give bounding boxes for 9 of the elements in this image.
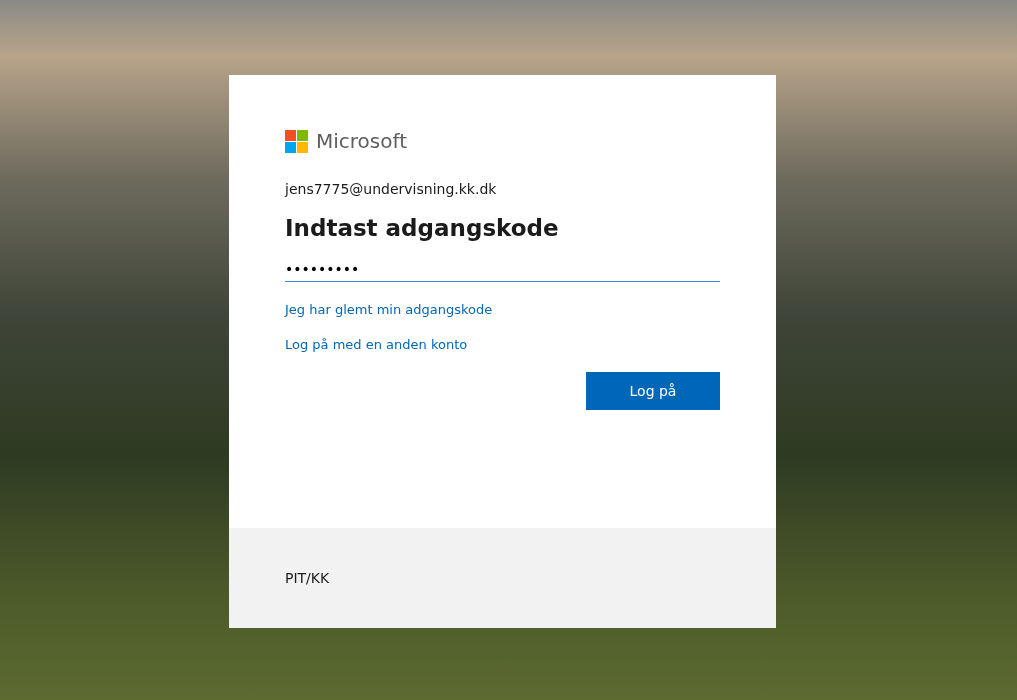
sign-in-button[interactable]: Log på (586, 372, 720, 410)
text-link[interactable]: Log på med en anden konto (285, 337, 468, 352)
page-title: Indtast adgangskode (285, 215, 560, 241)
account-email: jens7775@undervisning.kk.dk (285, 181, 498, 197)
text-link[interactable]: Jeg har glemt min adgangskode (285, 302, 493, 317)
windows-logo-icon (285, 129, 308, 153)
brand-name: Microsoft (316, 129, 407, 153)
password-field[interactable]: ••••••••• (285, 257, 720, 282)
footer-text: PIT/KK (285, 570, 330, 586)
